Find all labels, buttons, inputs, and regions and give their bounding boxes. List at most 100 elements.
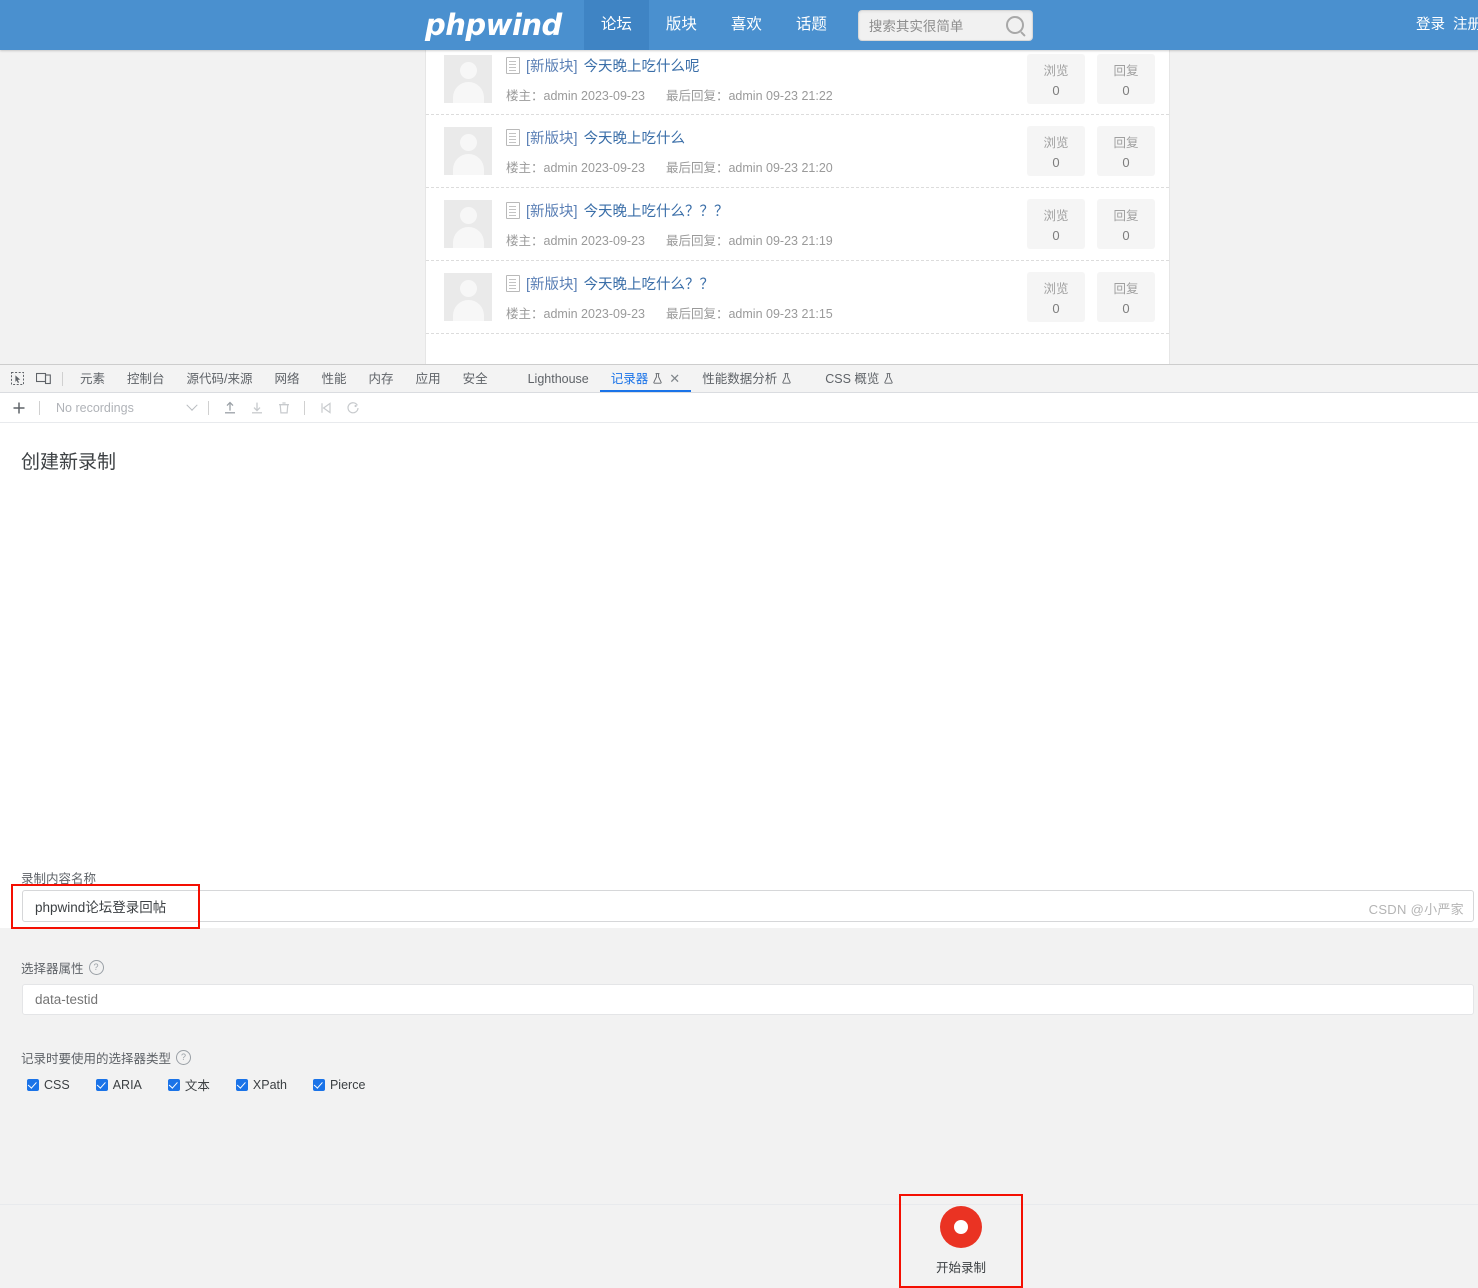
recording-name-input[interactable] (22, 890, 1474, 922)
recordings-select[interactable]: No recordings (48, 397, 200, 419)
tab-performance[interactable]: 性能 (311, 366, 358, 392)
search-input[interactable]: 搜索其实很简单 (857, 9, 1033, 41)
selector-attribute-input[interactable] (22, 984, 1474, 1015)
tab-elements[interactable]: 元素 (69, 366, 116, 392)
replies-value: 0 (1122, 155, 1130, 170)
inspect-element-icon[interactable] (4, 367, 30, 390)
start-recording-button[interactable]: 开始录制 (899, 1194, 1023, 1288)
performance-replay-button[interactable] (340, 396, 365, 419)
auth-links: 登录 注册 (1412, 0, 1478, 50)
table-row[interactable]: [新版块] 今天晚上吃什么呢 楼主：admin 2023-09-23 最后回复：… (426, 42, 1169, 115)
import-recording-button[interactable] (217, 396, 242, 419)
thread-tag[interactable]: [新版块] (526, 55, 578, 76)
checkbox-text[interactable]: 文本 (167, 1075, 210, 1094)
checkbox-xpath[interactable]: XPath (235, 1078, 287, 1092)
site-logo[interactable]: phpwind (425, 8, 584, 42)
question-mark-icon[interactable]: ? (176, 1050, 192, 1065)
export-recording-button[interactable] (244, 396, 269, 419)
avatar (444, 127, 492, 175)
devtools-panel: 元素 控制台 源代码/来源 网络 性能 内存 应用 安全 Lighthouse … (0, 364, 1478, 1288)
selector-types-row: CSS ARIA 文本 XPath Pierce (27, 1075, 365, 1094)
toolbar-divider (304, 400, 305, 415)
register-link[interactable]: 注册 (1449, 17, 1478, 33)
replies-label: 回复 (1113, 282, 1139, 296)
author-name: admin (543, 234, 578, 248)
add-recording-button[interactable] (6, 396, 31, 419)
document-icon (506, 202, 520, 219)
checkbox-icon[interactable] (312, 1078, 325, 1091)
thread-title[interactable]: 今天晚上吃什么 (584, 127, 686, 148)
table-row[interactable]: [新版块] 今天晚上吃什么？？ 楼主：admin 2023-09-23 最后回复… (426, 261, 1169, 334)
recording-name-label-text: 录制内容名称 (21, 872, 97, 886)
nav-item-forum[interactable]: 论坛 (583, 0, 649, 50)
nav-item-likes[interactable]: 喜欢 (714, 0, 779, 50)
views-label: 浏览 (1043, 282, 1069, 296)
checkbox-icon[interactable] (235, 1078, 248, 1091)
close-icon[interactable]: ✕ (669, 372, 680, 385)
views-value: 0 (1052, 83, 1060, 98)
thread-list-panel: [新版块] 今天晚上吃什么呢 楼主：admin 2023-09-23 最后回复：… (425, 42, 1170, 364)
thread-meta: 楼主：admin 2023-09-23 最后回复：admin 09-23 21:… (506, 157, 1027, 176)
thread-date: 2023-09-23 (581, 307, 645, 321)
tab-console[interactable]: 控制台 (116, 366, 176, 392)
thread-title[interactable]: 今天晚上吃什么？？？ (584, 200, 729, 221)
replies-value: 0 (1122, 301, 1130, 316)
views-value: 0 (1052, 301, 1060, 316)
replies-value: 0 (1122, 228, 1130, 243)
document-icon (506, 129, 520, 146)
checkbox-css[interactable]: CSS (27, 1078, 70, 1092)
nav-item-topics[interactable]: 话题 (779, 0, 844, 50)
search-icon[interactable] (1005, 16, 1024, 34)
document-icon (506, 57, 520, 74)
tab-application[interactable]: 应用 (405, 366, 452, 392)
lastreply-time: 09-23 21:20 (766, 161, 833, 175)
views-box: 浏览 0 (1027, 54, 1085, 104)
thread-tag[interactable]: [新版块] (526, 200, 578, 221)
tab-performance-insights[interactable]: 性能数据分析 (691, 366, 802, 392)
chevron-down-icon (186, 399, 198, 411)
thread-title[interactable]: 今天晚上吃什么呢 (584, 55, 700, 76)
tab-label: 性能 (321, 371, 347, 386)
checkbox-pierce[interactable]: Pierce (312, 1078, 365, 1092)
views-label: 浏览 (1043, 136, 1069, 150)
experiment-flask-icon (884, 373, 893, 384)
login-link[interactable]: 登录 (1412, 17, 1449, 33)
tab-label: 源代码/来源 (186, 371, 253, 386)
author-name: admin (543, 161, 578, 175)
author-label: 楼主： (506, 161, 544, 175)
table-row[interactable]: [新版块] 今天晚上吃什么 楼主：admin 2023-09-23 最后回复：a… (426, 115, 1169, 188)
tab-recorder[interactable]: 记录器 ✕ (600, 366, 691, 392)
thread-date: 2023-09-23 (581, 161, 645, 175)
tab-label: 内存 (368, 371, 394, 386)
replies-box: 回复 0 (1097, 272, 1155, 322)
checkbox-label: 文本 (184, 1079, 210, 1093)
record-circle-icon (940, 1206, 982, 1248)
checkbox-icon[interactable] (167, 1078, 180, 1091)
nav-item-boards[interactable]: 版块 (649, 0, 714, 50)
views-box: 浏览 0 (1027, 126, 1085, 176)
site-navbar: phpwind 论坛 版块 喜欢 话题 搜索其实很简单 登录 注册 (0, 0, 1478, 50)
thread-title[interactable]: 今天晚上吃什么？？ (584, 273, 715, 294)
checkbox-icon[interactable] (27, 1078, 39, 1091)
search-placeholder: 搜索其实很简单 (868, 19, 964, 34)
device-toolbar-icon[interactable] (30, 367, 56, 390)
tab-security[interactable]: 安全 (452, 366, 499, 392)
thread-tag[interactable]: [新版块] (526, 273, 578, 294)
tab-memory[interactable]: 内存 (358, 366, 405, 392)
document-icon (506, 275, 520, 292)
recording-name-label: 录制内容名称 (21, 868, 96, 887)
tab-sources[interactable]: 源代码/来源 (176, 366, 264, 392)
delete-recording-button[interactable] (271, 396, 296, 419)
question-mark-icon[interactable]: ? (88, 960, 104, 975)
replay-button[interactable] (313, 396, 338, 419)
checkbox-aria[interactable]: ARIA (95, 1078, 142, 1092)
thread-tag[interactable]: [新版块] (526, 127, 578, 148)
table-row[interactable]: [新版块] 今天晚上吃什么？？？ 楼主：admin 2023-09-23 最后回… (426, 188, 1169, 261)
checkbox-icon[interactable] (95, 1078, 108, 1091)
tab-network[interactable]: 网络 (264, 366, 311, 392)
tab-lighthouse[interactable]: Lighthouse (517, 366, 600, 392)
recordings-select-value: No recordings (56, 400, 134, 415)
thread-counts: 浏览 0 回复 0 (1027, 199, 1155, 249)
search-wrapper: 搜索其实很简单 (857, 9, 1033, 41)
tab-css-overview[interactable]: CSS 概览 (814, 366, 904, 392)
